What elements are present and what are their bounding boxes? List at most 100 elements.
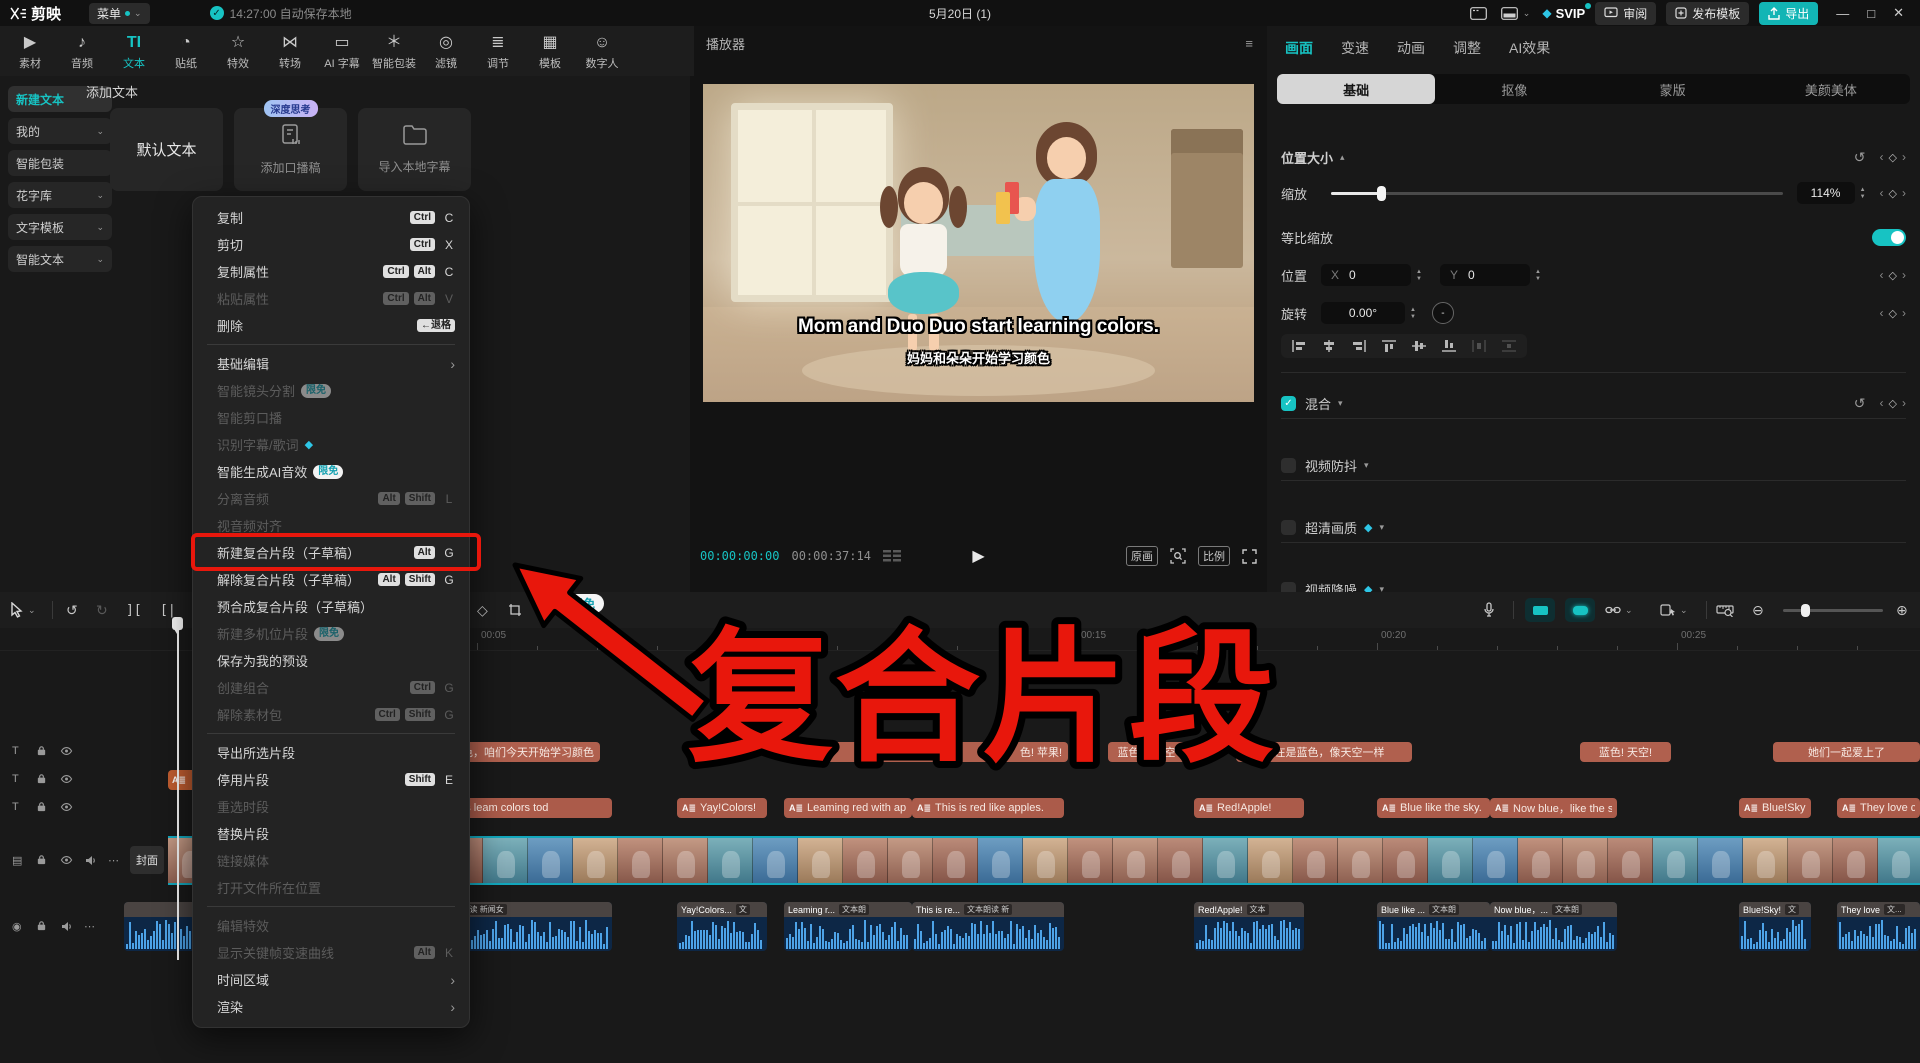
subtab-1[interactable]: 抠像	[1435, 74, 1593, 104]
reset-icon[interactable]: ↺	[1854, 149, 1866, 166]
text-icon[interactable]: T	[12, 745, 19, 757]
position-x-field[interactable]: X0	[1321, 264, 1411, 286]
sidebar-item-4[interactable]: 文字模板⌄	[8, 214, 112, 240]
preview-zoom-icon[interactable]	[1170, 548, 1186, 564]
audio-clip[interactable]: Leaming r...文本朗	[784, 902, 912, 951]
menu-item-9[interactable]: 智能生成AI音效限免	[193, 458, 469, 485]
checkbox-1[interactable]	[1281, 458, 1296, 473]
toolbar-item-7[interactable]: ＊智能包装	[368, 32, 420, 71]
tab-3[interactable]: 调整	[1453, 38, 1481, 58]
reset-icon[interactable]: ↺	[1854, 395, 1866, 412]
voiceover-script-card[interactable]: 深度思考 添加口播稿	[234, 108, 347, 191]
toolbar-item-9[interactable]: ≣调节	[472, 32, 524, 71]
align-icon-2[interactable]	[1351, 339, 1367, 353]
align-icon-0[interactable]	[1291, 339, 1307, 353]
audio-clip[interactable]: Yay!Colors...文	[677, 902, 767, 951]
speaker-icon[interactable]	[84, 854, 97, 867]
audio-clip[interactable]: Now blue，...文本朗	[1490, 902, 1617, 951]
checkbox-0[interactable]: ✓	[1281, 396, 1296, 411]
text-clip[interactable]: 她们一起爱上了	[1773, 742, 1920, 762]
menu-item-4[interactable]: 删除←退格	[193, 312, 469, 339]
lock-icon[interactable]	[36, 920, 47, 931]
align-icon-3[interactable]	[1381, 339, 1397, 353]
menu-item-12[interactable]: 新建复合片段（子草稿）AltG	[193, 539, 469, 566]
video-icon[interactable]: ▤	[12, 854, 22, 867]
menu-item-3[interactable]: 粘贴属性CtrlAltV	[193, 285, 469, 312]
value-stepper[interactable]: ▲▼	[1410, 307, 1416, 320]
eye-icon[interactable]	[60, 773, 73, 785]
keyframe-nav[interactable]: ‹◇›	[1880, 186, 1906, 200]
menu-item-13[interactable]: 解除复合片段（子草稿）AltShiftG	[193, 566, 469, 593]
subtab-2[interactable]: 蒙版	[1594, 74, 1752, 104]
keyframe-nav[interactable]: ‹◇›	[1880, 306, 1906, 320]
fullscreen-icon[interactable]	[1242, 549, 1257, 564]
audio-clip[interactable]: This is re...文本朗读 新	[912, 902, 1064, 951]
publish-template-button[interactable]: 发布模板	[1666, 2, 1749, 25]
text-clip[interactable]: 蓝色 像天空一样	[1108, 742, 1207, 762]
scale-slider[interactable]	[1331, 192, 1783, 195]
align-icon-4[interactable]	[1411, 339, 1427, 353]
chevron-down-icon[interactable]: ▾	[1338, 398, 1343, 409]
text-clip[interactable]: A≣Red!Apple!	[1194, 798, 1304, 818]
lock-icon[interactable]	[36, 801, 47, 812]
original-quality-button[interactable]: 原画	[1126, 546, 1158, 566]
menu-item-8[interactable]: 识别字幕/歌词◆	[193, 431, 469, 458]
menu-item-11[interactable]: 视音频对齐	[193, 512, 469, 539]
align-icon-5[interactable]	[1441, 339, 1457, 353]
audio-clip[interactable]: They love文...	[1837, 902, 1920, 951]
text-clip[interactable]: A≣They love c	[1837, 798, 1920, 818]
cover-button[interactable]: 封面	[130, 846, 164, 874]
lock-icon[interactable]	[36, 854, 47, 865]
svip-button[interactable]: ◆ SVIP	[1542, 6, 1585, 21]
menu-item-16[interactable]: 保存为我的预设	[193, 647, 469, 674]
more-icon[interactable]: ⋯	[108, 854, 119, 867]
menu-item-25[interactable]: 编辑特效	[193, 912, 469, 939]
menu-item-6[interactable]: 智能镜头分割限免	[193, 377, 469, 404]
menu-item-22[interactable]: 替换片段	[193, 820, 469, 847]
lock-icon[interactable]	[36, 773, 47, 784]
review-button[interactable]: 审阅	[1595, 2, 1656, 25]
text-icon[interactable]: T	[12, 773, 19, 785]
menu-item-1[interactable]: 剪切CtrlX	[193, 231, 469, 258]
value-stepper[interactable]: ▲▼	[1416, 269, 1422, 282]
panel-layout-icon[interactable]	[1468, 4, 1489, 23]
chevron-down-icon[interactable]: ▾	[1379, 522, 1384, 533]
menu-item-15[interactable]: 新建多机位片段限免	[193, 620, 469, 647]
text-clip[interactable]: 色! 苹果!	[802, 742, 1068, 762]
value-stepper[interactable]: ▲▼	[1860, 187, 1866, 200]
rotate-dial[interactable]: -	[1432, 302, 1454, 324]
toolbar-item-6[interactable]: ▭AI 字幕	[316, 32, 368, 71]
maximize-button[interactable]: □	[1867, 6, 1875, 21]
value-stepper[interactable]: ▲▼	[1535, 269, 1541, 282]
playhead-line[interactable]	[177, 630, 179, 960]
subtitle-list-icon[interactable]	[883, 549, 903, 563]
lock-icon[interactable]	[36, 745, 47, 756]
slider-thumb[interactable]	[1377, 186, 1386, 201]
text-clip[interactable]: A≣Blue like the sky.	[1377, 798, 1490, 818]
audio-clip[interactable]: Red!Apple!文本	[1194, 902, 1304, 951]
position-y-field[interactable]: Y0	[1440, 264, 1530, 286]
audio-clip[interactable]: Blue like ...文本朗	[1377, 902, 1490, 951]
menu-item-2[interactable]: 复制属性CtrlAltC	[193, 258, 469, 285]
sidebar-item-5[interactable]: 智能文本⌄	[8, 246, 112, 272]
toolbar-item-8[interactable]: ◎滤镜	[420, 32, 472, 71]
menu-item-20[interactable]: 停用片段ShiftE	[193, 766, 469, 793]
toolbar-item-2[interactable]: TI文本	[108, 32, 160, 71]
menu-item-0[interactable]: 复制CtrlC	[193, 204, 469, 231]
tab-2[interactable]: 动画	[1397, 38, 1425, 58]
menu-item-14[interactable]: 预合成复合片段（子草稿）	[193, 593, 469, 620]
rotate-field[interactable]: 0.00°	[1321, 302, 1405, 324]
align-icon-1[interactable]	[1321, 339, 1337, 353]
more-icon[interactable]: ⋯	[84, 920, 95, 933]
play-button[interactable]: ▶	[972, 546, 984, 566]
audio-clip[interactable]: Blue!Sky!文	[1739, 902, 1811, 951]
tab-0[interactable]: 画面	[1285, 38, 1313, 58]
toolbar-item-10[interactable]: ▦模板	[524, 32, 576, 71]
menu-item-10[interactable]: 分离音频AltShiftL	[193, 485, 469, 512]
toolbar-item-5[interactable]: ⋈转场	[264, 32, 316, 71]
sidebar-item-1[interactable]: 我的⌄	[8, 118, 112, 144]
keyframe-nav[interactable]: ‹◇›	[1880, 396, 1906, 410]
record-icon[interactable]: ◉	[12, 920, 22, 933]
menu-item-28[interactable]: 渲染›	[193, 993, 469, 1020]
uniform-scale-toggle[interactable]	[1872, 229, 1906, 246]
